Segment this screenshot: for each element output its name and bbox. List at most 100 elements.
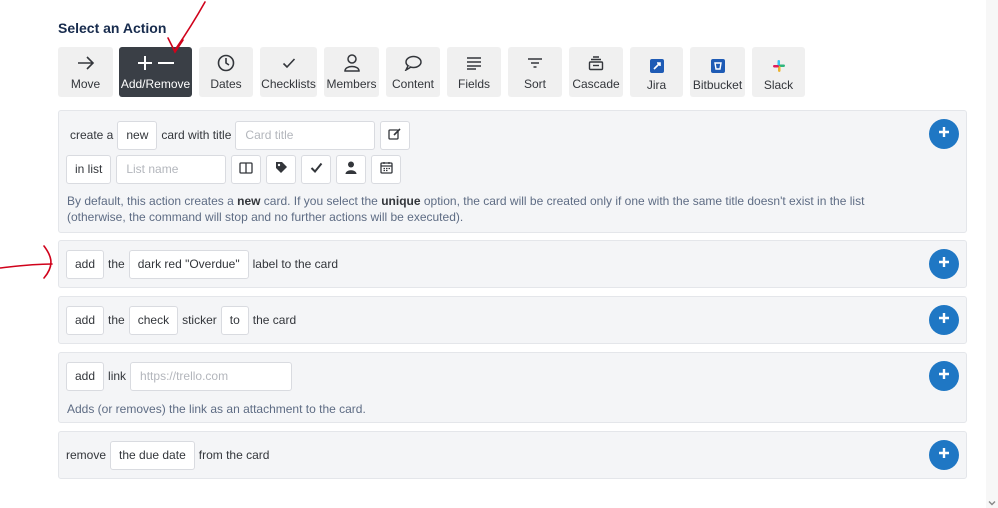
person-icon xyxy=(345,161,357,177)
tool-label: Move xyxy=(70,77,101,91)
note-text-2: card. If you select the xyxy=(263,194,378,208)
remove-suffix-text: from the card xyxy=(198,448,270,462)
tool-members[interactable]: Members xyxy=(324,47,379,97)
checklist-button[interactable] xyxy=(301,154,332,184)
plus-icon xyxy=(938,255,950,273)
remove-text: remove xyxy=(66,448,107,462)
in-list-chip[interactable]: in list xyxy=(66,154,112,184)
to-from-chip[interactable]: to xyxy=(220,305,249,335)
tool-fields[interactable]: Fields xyxy=(447,47,501,97)
list-row: in list xyxy=(66,154,402,184)
tool-label: Jira xyxy=(646,78,667,92)
check-icon xyxy=(310,162,323,176)
chevron-down-icon[interactable] xyxy=(988,494,996,506)
note-unique: unique xyxy=(381,194,421,208)
tool-bitbucket[interactable]: Bitbucket xyxy=(690,47,745,97)
slack-icon xyxy=(772,54,786,78)
add-sticker-action: add the check sticker to the card xyxy=(58,296,967,344)
add-action-button[interactable] xyxy=(929,440,959,470)
tool-label: Content xyxy=(391,77,435,91)
tool-jira[interactable]: Jira xyxy=(630,47,683,97)
tool-label: Add/Remove xyxy=(120,77,191,91)
create-card-note: By default, this action creates a new ca… xyxy=(67,193,864,225)
tool-label: Slack xyxy=(763,78,794,92)
tag-icon xyxy=(275,161,288,177)
link-url-input[interactable] xyxy=(130,361,293,391)
add-remove-chip[interactable]: add xyxy=(66,305,105,335)
add-action-button[interactable] xyxy=(929,361,959,391)
add-remove-chip[interactable]: add xyxy=(66,361,105,391)
create-a-text: create a xyxy=(70,128,114,142)
label-select-chip[interactable]: dark red "Overdue" xyxy=(128,249,249,279)
add-link-action: add link Adds (or removes) the link as a… xyxy=(58,352,967,423)
jira-icon xyxy=(649,54,664,78)
tool-add-remove[interactable]: Add/Remove xyxy=(119,47,192,97)
note-new: new xyxy=(237,194,261,208)
tool-content[interactable]: Content xyxy=(386,47,440,97)
member-button[interactable] xyxy=(336,154,367,184)
link-text: link xyxy=(108,369,127,383)
tool-label: Members xyxy=(326,77,377,91)
sticker-text: sticker xyxy=(182,313,217,327)
add-action-button[interactable] xyxy=(929,119,959,149)
add-label-action: add the dark red "Overdue" label to the … xyxy=(58,240,967,288)
tool-checklists[interactable]: Checklists xyxy=(260,47,317,97)
the-text: the xyxy=(108,257,125,271)
tool-label: Cascade xyxy=(572,77,620,91)
add-label-row: add the dark red "Overdue" label to the … xyxy=(66,249,342,279)
plus-minus-icon xyxy=(136,49,176,77)
tool-label: Bitbucket xyxy=(692,78,743,92)
cascade-icon xyxy=(588,49,604,77)
speech-bubble-icon xyxy=(404,49,422,77)
add-action-button[interactable] xyxy=(929,305,959,335)
bitbucket-icon xyxy=(710,54,725,78)
sticker-select-chip[interactable]: check xyxy=(128,305,179,335)
note-line-2: (otherwise, the command will stop and no… xyxy=(67,210,464,224)
tool-dates[interactable]: Dates xyxy=(199,47,253,97)
add-remove-chip[interactable]: add xyxy=(66,249,105,279)
due-date-chip[interactable]: the due date xyxy=(110,440,195,470)
clock-icon xyxy=(217,49,235,77)
plus-icon xyxy=(938,125,950,143)
tool-slack[interactable]: Slack xyxy=(752,47,805,97)
lines-icon xyxy=(466,49,482,77)
card-title-input[interactable] xyxy=(235,120,376,150)
sticker-suffix-text: the card xyxy=(252,313,297,327)
the-text: the xyxy=(108,313,125,327)
list-name-input[interactable] xyxy=(116,154,227,184)
columns-icon xyxy=(239,161,253,177)
calendar-icon xyxy=(380,161,393,177)
vertical-scrollbar[interactable] xyxy=(986,0,998,508)
add-link-row: add link xyxy=(66,361,293,391)
tool-label: Fields xyxy=(457,77,490,91)
tool-label: Sort xyxy=(523,77,546,91)
create-card-row: create a new card with title xyxy=(66,120,411,150)
add-action-button[interactable] xyxy=(929,249,959,279)
remove-due-row: remove the due date from the card xyxy=(66,440,273,470)
tool-label: Checklists xyxy=(261,77,316,91)
plus-icon xyxy=(938,367,950,385)
tool-sort[interactable]: Sort xyxy=(508,47,562,97)
arrow-right-icon xyxy=(77,49,95,77)
tool-move[interactable]: Move xyxy=(58,47,113,97)
section-heading: Select an Action xyxy=(58,20,167,36)
plus-icon xyxy=(938,446,950,464)
create-card-action: create a new card with title in list xyxy=(58,110,967,233)
card-with-title-text: card with title xyxy=(161,128,232,142)
remove-due-date-action: remove the due date from the card xyxy=(58,431,967,479)
label-suffix-text: label to the card xyxy=(252,257,339,271)
due-date-button[interactable] xyxy=(371,154,402,184)
tool-cascade[interactable]: Cascade xyxy=(569,47,623,97)
tool-label: Dates xyxy=(210,77,242,91)
new-option-chip[interactable]: new xyxy=(117,120,158,150)
add-sticker-row: add the check sticker to the card xyxy=(66,305,300,335)
sort-icon xyxy=(527,49,543,77)
note-text-1: By default, this action creates a xyxy=(67,194,234,208)
list-columns-button[interactable] xyxy=(231,154,262,184)
add-link-note: Adds (or removes) the link as an attachm… xyxy=(67,402,366,416)
label-tag-button[interactable] xyxy=(266,154,297,184)
person-icon xyxy=(343,49,360,77)
edit-title-button[interactable] xyxy=(380,120,411,150)
plus-icon xyxy=(938,311,950,329)
pencil-square-icon xyxy=(388,127,402,144)
